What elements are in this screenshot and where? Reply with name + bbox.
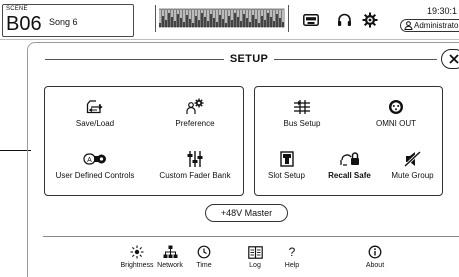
log-icon [247, 245, 263, 259]
header-rule-right [274, 59, 437, 60]
custom-fader-bank-button[interactable]: Custom Fader Bank [145, 147, 245, 189]
routing-settings-group: Bus Setup OMNI OUT Slot Setup Recall Saf… [254, 86, 443, 196]
phantom-power-master-button[interactable]: +48V Master [205, 204, 288, 222]
slot-setup-button[interactable]: Slot Setup [255, 147, 318, 189]
about-label: About [365, 262, 385, 269]
mute-group-icon [403, 151, 421, 167]
clock-icon [197, 245, 211, 259]
user-defined-controls-button[interactable]: A User Defined Controls [45, 147, 145, 189]
preference-icon [186, 98, 204, 114]
setup-title: SETUP [229, 53, 269, 65]
top-status-bar: SCENE B06 Song 6 19:30:1 Administrator [0, 0, 459, 40]
time-label: Time [196, 262, 212, 269]
meter-bars [159, 8, 285, 28]
help-icon: ? [288, 245, 296, 259]
bottom-divider [43, 236, 459, 237]
scene-display[interactable]: SCENE B06 Song 6 [2, 4, 134, 37]
user-name: Administrator [414, 21, 459, 30]
help-button[interactable]: ? Help [270, 244, 314, 274]
header-rule-left [45, 59, 224, 60]
slot-setup-icon [279, 151, 294, 167]
mute-group-button[interactable]: Mute Group [381, 147, 444, 189]
channel-meter-bridge[interactable] [155, 5, 289, 32]
scene-caption: SCENE [6, 6, 28, 12]
recall-safe-icon [339, 152, 359, 166]
omni-out-label: OMNI OUT [376, 119, 416, 128]
mute-group-label: Mute Group [391, 171, 434, 180]
close-button[interactable] [441, 49, 459, 69]
brightness-icon [130, 245, 144, 259]
scene-name: Song 6 [49, 17, 78, 27]
save-load-label: Save/Load [75, 119, 115, 128]
omni-out-button[interactable]: OMNI OUT [349, 95, 443, 137]
scene-number: B06 [6, 13, 42, 35]
user-defined-controls-icon: A [83, 153, 106, 165]
recall-safe-button[interactable]: Recall Safe [318, 147, 381, 189]
save-load-icon [86, 100, 103, 114]
user-icon [404, 21, 413, 30]
gear-icon[interactable] [360, 10, 380, 30]
user-login-button[interactable]: Administrator [400, 19, 459, 32]
about-button[interactable]: About [353, 244, 397, 274]
preference-button[interactable]: Preference [145, 95, 245, 137]
clock-display: 19:30:1 [426, 6, 457, 16]
svg-text:A: A [87, 157, 92, 164]
omni-out-icon [389, 100, 403, 114]
network-icon [163, 245, 177, 258]
help-label: Help [284, 262, 300, 269]
save-load-button[interactable]: Save/Load [45, 95, 145, 137]
time-button[interactable]: Time [182, 244, 226, 274]
close-icon [449, 54, 459, 64]
preference-label: Preference [175, 119, 215, 128]
bus-setup-button[interactable]: Bus Setup [255, 95, 349, 137]
cassette-icon[interactable] [301, 10, 321, 30]
general-settings-group: Save/Load Preference A User Defined Cont… [44, 86, 244, 196]
bus-setup-icon [294, 100, 310, 114]
headphones-icon[interactable] [334, 10, 354, 30]
info-icon [368, 245, 382, 259]
fader-bank-icon [187, 151, 203, 167]
user-defined-controls-label: User Defined Controls [55, 171, 135, 180]
custom-fader-bank-label: Custom Fader Bank [159, 171, 231, 180]
